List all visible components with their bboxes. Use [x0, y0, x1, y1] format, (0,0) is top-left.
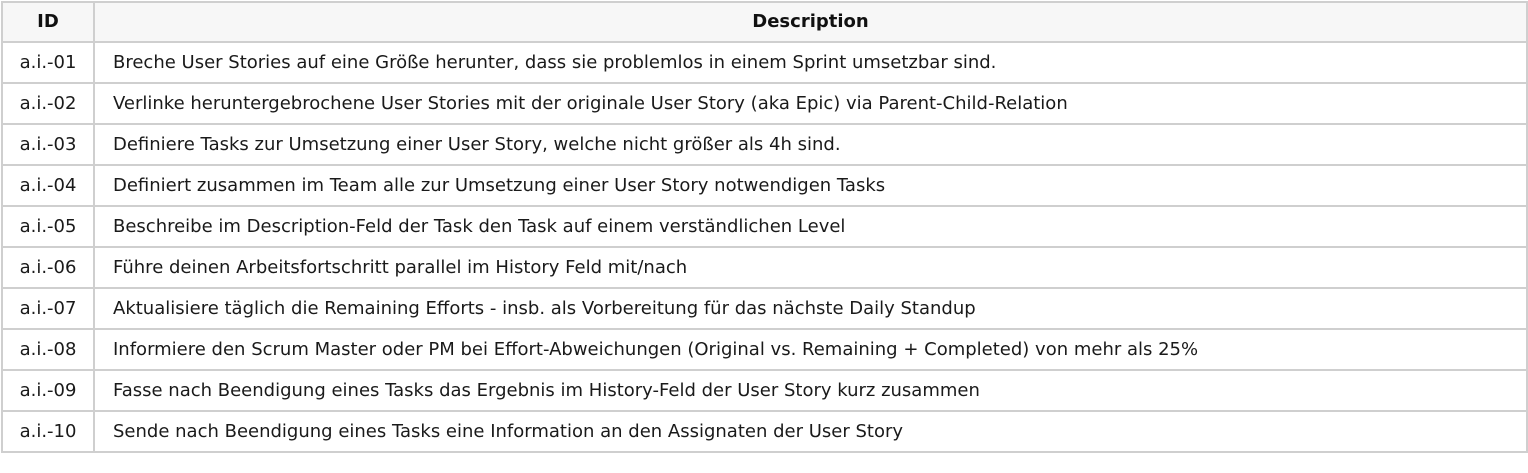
- header-row: ID Description: [1, 1, 1528, 43]
- column-header-description: Description: [93, 1, 1528, 43]
- table-row: a.i.-02 Verlinke heruntergebrochene User…: [1, 82, 1528, 125]
- table-row: a.i.-05 Beschreibe im Description-Feld d…: [1, 205, 1528, 248]
- table-row: a.i.-09 Fasse nach Beendigung eines Task…: [1, 369, 1528, 412]
- row-id: a.i.-09: [1, 369, 95, 412]
- row-id: a.i.-01: [1, 41, 95, 84]
- row-description: Fasse nach Beendigung eines Tasks das Er…: [93, 369, 1528, 412]
- table-row: a.i.-03 Definiere Tasks zur Umsetzung ei…: [1, 123, 1528, 166]
- table-row: a.i.-08 Informiere den Scrum Master oder…: [1, 328, 1528, 371]
- action-items-table: ID Description a.i.-01 Breche User Stori…: [1, 1, 1528, 453]
- row-description: Breche User Stories auf eine Größe herun…: [93, 41, 1528, 84]
- row-description: Aktualisiere täglich die Remaining Effor…: [93, 287, 1528, 330]
- table-row: a.i.-01 Breche User Stories auf eine Grö…: [1, 41, 1528, 84]
- row-id: a.i.-06: [1, 246, 95, 289]
- row-description: Informiere den Scrum Master oder PM bei …: [93, 328, 1528, 371]
- table-row: a.i.-06 Führe deinen Arbeitsfortschritt …: [1, 246, 1528, 289]
- row-id: a.i.-03: [1, 123, 95, 166]
- table-body: a.i.-01 Breche User Stories auf eine Grö…: [1, 41, 1528, 453]
- row-description: Führe deinen Arbeitsfortschritt parallel…: [93, 246, 1528, 289]
- row-description: Definiert zusammen im Team alle zur Umse…: [93, 164, 1528, 207]
- row-id: a.i.-10: [1, 410, 95, 453]
- row-id: a.i.-05: [1, 205, 95, 248]
- row-description: Definiere Tasks zur Umsetzung einer User…: [93, 123, 1528, 166]
- row-id: a.i.-04: [1, 164, 95, 207]
- row-description: Verlinke heruntergebrochene User Stories…: [93, 82, 1528, 125]
- row-description: Beschreibe im Description-Feld der Task …: [93, 205, 1528, 248]
- row-id: a.i.-08: [1, 328, 95, 371]
- row-id: a.i.-02: [1, 82, 95, 125]
- table-row: a.i.-10 Sende nach Beendigung eines Task…: [1, 410, 1528, 453]
- table-row: a.i.-07 Aktualisiere täglich die Remaini…: [1, 287, 1528, 330]
- action-items-table-container: ID Description a.i.-01 Breche User Stori…: [1, 1, 1528, 453]
- table-header: ID Description: [1, 1, 1528, 43]
- table-row: a.i.-04 Definiert zusammen im Team alle …: [1, 164, 1528, 207]
- row-id: a.i.-07: [1, 287, 95, 330]
- row-description: Sende nach Beendigung eines Tasks eine I…: [93, 410, 1528, 453]
- column-header-id: ID: [1, 1, 95, 43]
